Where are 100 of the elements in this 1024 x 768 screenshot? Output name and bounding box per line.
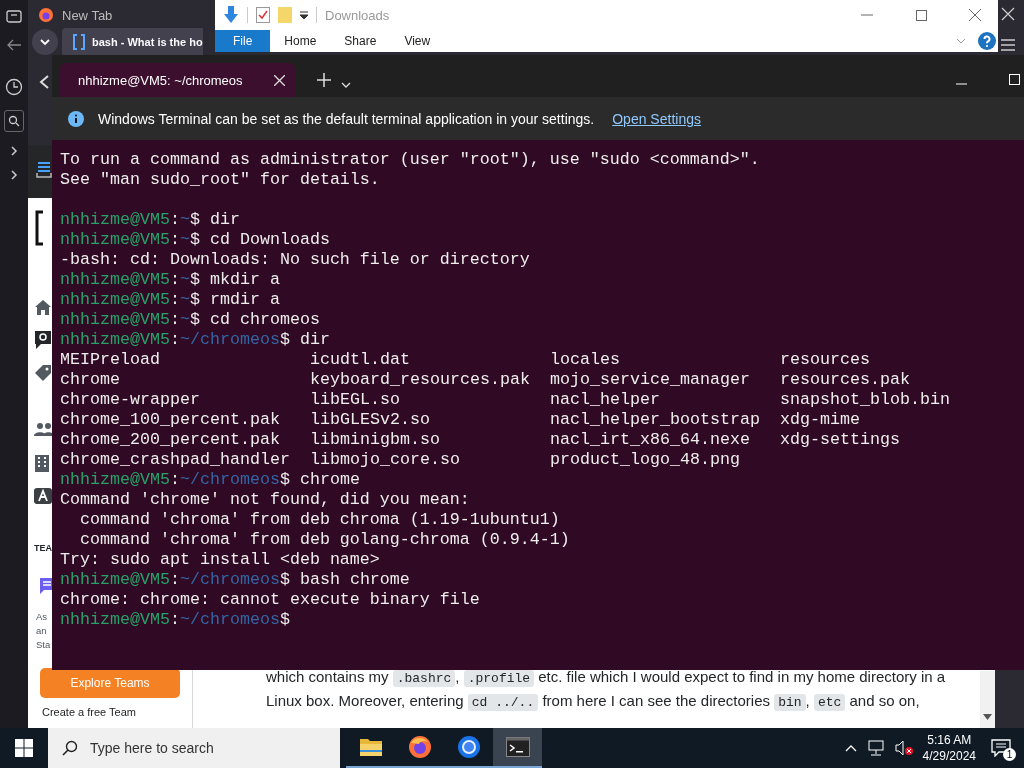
terminal-output: Try: sudo apt install <deb name> xyxy=(60,550,380,569)
file-name: libEGL.so xyxy=(310,390,400,409)
taskbar-search-field[interactable]: Type here to search xyxy=(48,728,340,768)
terminal-output: See "man sudo_root" for details. xyxy=(60,170,380,189)
back-arrow-icon[interactable] xyxy=(6,38,22,52)
chevron-icon[interactable] xyxy=(10,146,18,156)
terminal-output: chrome: chrome: cannot execute binary file xyxy=(60,590,480,609)
volume-muted-icon[interactable] xyxy=(894,740,913,756)
prompt-symbol: $ xyxy=(189,270,200,289)
terminal-output: command 'chroma' from deb chroma (1.19-1ubuntu1) xyxy=(79,510,560,529)
ribbon-tab[interactable]: Share xyxy=(330,30,391,52)
prompt-separator: : xyxy=(169,290,180,309)
menu-icon[interactable] xyxy=(1000,38,1016,52)
help-icon[interactable] xyxy=(978,32,996,50)
expand-ribbon-icon[interactable] xyxy=(956,38,966,44)
ribbon-tab[interactable]: View xyxy=(390,30,445,52)
prompt-symbol: $ xyxy=(279,610,290,629)
info-message: Windows Terminal can be set as the default terminal application in your settings. xyxy=(98,110,595,127)
dropdown-icon[interactable] xyxy=(300,11,308,19)
network-icon[interactable] xyxy=(866,740,885,756)
prompt-path: ~ xyxy=(179,270,190,289)
terminal-icon xyxy=(505,737,530,757)
file-name: chrome xyxy=(60,370,120,389)
prompt-user: nhhizme@VM5 xyxy=(60,270,170,289)
browser-tab[interactable]: New Tab xyxy=(28,1,123,29)
browser-tab[interactable]: bash - What is the ho xyxy=(62,28,203,56)
close-icon[interactable] xyxy=(969,9,981,21)
browser-icon xyxy=(456,735,481,759)
file-name: chrome_crashpad_handler xyxy=(60,450,290,469)
file-name: chrome-wrapper xyxy=(60,390,200,409)
prompt-user: nhhizme@VM5 xyxy=(60,230,170,249)
prompt-separator: : xyxy=(169,330,180,349)
prompt-separator: : xyxy=(169,470,180,489)
file-name: locales xyxy=(550,350,620,369)
chevron-up-icon[interactable] xyxy=(844,744,857,752)
section-label: TEA xyxy=(34,543,52,553)
prompt-path: ~ xyxy=(179,210,190,229)
terminal-tab[interactable]: nhhizme@VM5: ~/chromeos xyxy=(60,63,295,97)
tabs-icon[interactable] xyxy=(6,8,22,24)
ribbon-tab[interactable]: File xyxy=(215,30,271,52)
scroll-down-icon[interactable] xyxy=(983,714,992,720)
ribbon-tab[interactable]: Home xyxy=(270,30,331,52)
prompt-separator: : xyxy=(169,310,180,329)
scrollbar[interactable] xyxy=(980,671,995,728)
file-name: libminigbm.so xyxy=(310,430,440,449)
clock-date[interactable]: 4/29/2024 xyxy=(922,748,976,764)
file-name: MEIPreload xyxy=(60,350,160,369)
tag-icon[interactable] xyxy=(34,364,52,382)
prompt-path: ~ xyxy=(179,230,190,249)
create-team-link[interactable]: Create a free Team xyxy=(42,706,136,718)
prompt-user: nhhizme@VM5 xyxy=(60,210,170,229)
building-icon[interactable] xyxy=(34,454,50,472)
file-name: xdg-mime xyxy=(780,410,860,429)
promo-text: an xyxy=(36,625,47,636)
firefox-icon xyxy=(38,7,54,23)
terminal-command: dir xyxy=(209,210,240,229)
history-icon[interactable] xyxy=(5,78,23,96)
terminal-command: cd Downloads xyxy=(209,230,330,249)
promo-text: Sta xyxy=(36,639,51,650)
properties-icon[interactable] xyxy=(256,7,270,23)
terminal-command: bash chrome xyxy=(299,570,410,589)
open-settings-link[interactable]: Open Settings xyxy=(612,110,701,127)
prompt-path: ~ xyxy=(179,310,190,329)
prompt-separator: : xyxy=(169,610,180,629)
file-name: resources.pak xyxy=(780,370,910,389)
home-icon[interactable] xyxy=(34,298,52,316)
prompt-path: ~/chromeos xyxy=(179,570,280,589)
file-name: resources xyxy=(780,350,870,369)
info-icon xyxy=(68,110,84,127)
search-field[interactable] xyxy=(4,110,24,132)
prompt-path: ~/chromeos xyxy=(179,330,280,349)
firefox-icon xyxy=(407,735,432,759)
prompt-separator: : xyxy=(169,210,180,229)
file-name: chrome_200_percent.pak xyxy=(60,430,280,449)
file-name: icudtl.dat xyxy=(310,350,410,369)
chevron-icon[interactable] xyxy=(10,170,18,180)
terminal-output: To run a command as administrator (user "root"), use "sudo <command>". xyxy=(60,150,760,169)
terminal-command: mkdir a xyxy=(209,270,280,289)
questions-icon[interactable] xyxy=(34,330,52,350)
terminal-command: dir xyxy=(299,330,330,349)
prompt-user: nhhizme@VM5 xyxy=(60,330,170,349)
articles-icon[interactable] xyxy=(34,488,52,504)
file-name: chrome_100_percent.pak xyxy=(60,410,280,429)
windows-start-icon[interactable] xyxy=(15,739,33,757)
file-name: xdg-settings xyxy=(780,430,900,449)
notifications-button[interactable]: 1 xyxy=(986,733,1016,763)
file-name: mojo_service_manager xyxy=(550,370,750,389)
tab-list-button[interactable] xyxy=(32,29,58,55)
terminal-command: rmdir a xyxy=(209,290,280,309)
users-icon[interactable] xyxy=(34,422,54,436)
taskbar-app-button[interactable] xyxy=(493,728,542,768)
terminal-command: cd chromeos xyxy=(209,310,320,329)
prompt-symbol: $ xyxy=(279,570,290,589)
prompt-separator: : xyxy=(169,570,180,589)
promo-text: As xyxy=(36,611,48,622)
download-icon[interactable] xyxy=(223,6,239,24)
prompt-symbol: $ xyxy=(189,230,200,249)
bracket-icon xyxy=(34,210,44,246)
clock-time[interactable]: 5:16 AM xyxy=(927,732,972,748)
search-icon xyxy=(8,115,20,127)
